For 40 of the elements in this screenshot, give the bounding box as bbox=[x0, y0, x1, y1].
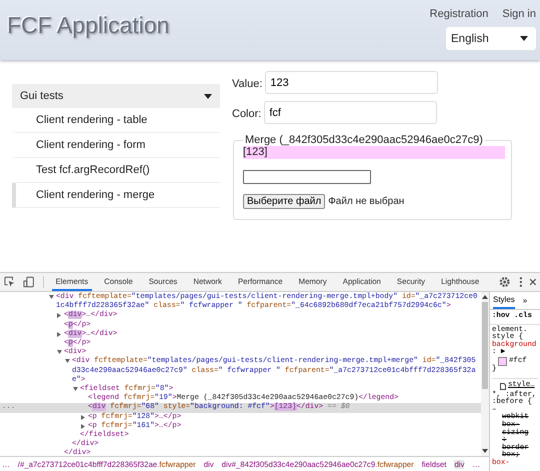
sidebar-item[interactable]: Test fcf.argRecordRef() bbox=[12, 158, 220, 183]
disclosure-triangle-icon[interactable] bbox=[81, 424, 86, 429]
disclosure-triangle-icon[interactable] bbox=[81, 414, 86, 420]
file-status: Файл не выбран bbox=[328, 196, 404, 207]
scrollbar-thumb[interactable] bbox=[482, 302, 488, 389]
color-field[interactable]: fcf bbox=[264, 101, 438, 124]
language-select[interactable]: English bbox=[446, 27, 536, 50]
merged-output: [123] bbox=[243, 146, 505, 159]
sidebar-item[interactable]: Client rendering - table bbox=[12, 108, 220, 133]
scroll-up-icon[interactable] bbox=[482, 295, 488, 299]
disclosure-triangle-icon[interactable] bbox=[65, 359, 70, 364]
app-title: FCF Application bbox=[7, 12, 170, 40]
more-tabs-button[interactable]: » bbox=[522, 296, 528, 304]
choose-file-button[interactable]: Выберите файл bbox=[243, 194, 326, 209]
styles-tab[interactable]: Styles bbox=[493, 292, 515, 309]
text-field[interactable] bbox=[243, 170, 371, 184]
color-label: Color: bbox=[232, 108, 262, 120]
value-field[interactable]: 123 bbox=[265, 71, 438, 94]
close-icon[interactable] bbox=[530, 277, 536, 287]
scroll-down-icon[interactable] bbox=[482, 449, 488, 453]
disclosure-triangle-icon[interactable] bbox=[57, 313, 62, 318]
file-icon bbox=[500, 382, 506, 390]
header-link[interactable]: Registration bbox=[430, 8, 488, 20]
sidebar-item[interactable]: Client rendering - form bbox=[12, 133, 220, 158]
fieldset-legend: Merge (_842f305d33c4e290aac52946ae0c27c9) bbox=[243, 134, 485, 146]
disclosure-triangle-icon[interactable] bbox=[57, 350, 62, 356]
sidebar-group[interactable]: Gui tests bbox=[12, 84, 220, 108]
settings-icon[interactable] bbox=[499, 276, 511, 288]
value-label: Value: bbox=[232, 78, 262, 90]
inspect-icon[interactable] bbox=[4, 276, 16, 288]
color-swatch[interactable] bbox=[498, 356, 507, 366]
disclosure-triangle-icon[interactable] bbox=[73, 387, 78, 392]
disclosure-triangle-icon[interactable] bbox=[49, 295, 54, 300]
header-link[interactable]: Sign in bbox=[502, 8, 536, 20]
caret-icon bbox=[204, 94, 212, 98]
caret-icon bbox=[520, 36, 528, 41]
device-icon[interactable] bbox=[23, 276, 35, 288]
more-icon[interactable] bbox=[518, 276, 522, 288]
sidebar-item[interactable]: Client rendering - merge bbox=[12, 183, 220, 208]
disclosure-triangle-icon[interactable] bbox=[57, 332, 62, 337]
